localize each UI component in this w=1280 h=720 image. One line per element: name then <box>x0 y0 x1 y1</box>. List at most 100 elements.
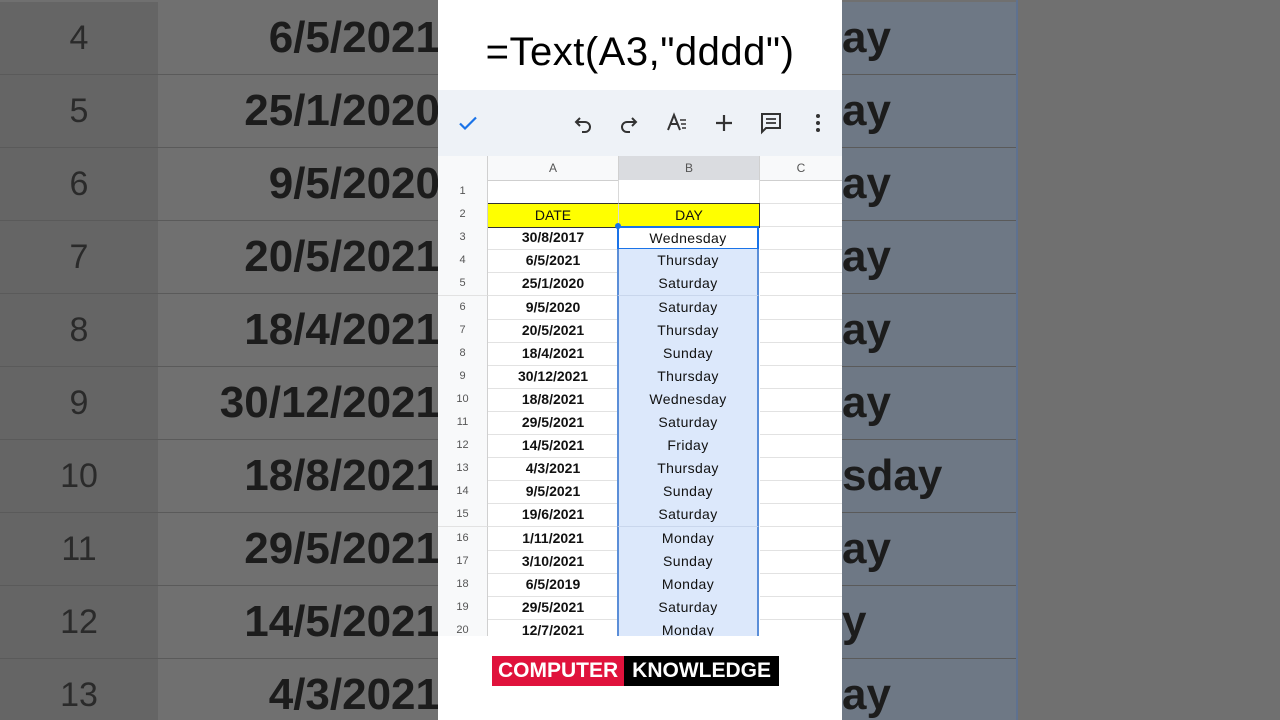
day-cell[interactable]: Monday <box>617 526 759 551</box>
date-cell[interactable]: 9/5/2021 <box>488 480 619 505</box>
row-header[interactable]: 19 <box>438 595 488 620</box>
day-cell[interactable]: Wednesday <box>617 226 759 251</box>
date-cell[interactable]: 18/4/2021 <box>488 341 619 366</box>
day-cell[interactable]: Monday <box>617 618 759 636</box>
empty-cell-c[interactable] <box>760 527 842 551</box>
row-header[interactable]: 14 <box>438 480 488 505</box>
day-cell[interactable]: Sunday <box>617 480 759 505</box>
row-header[interactable]: 20 <box>438 618 488 636</box>
date-cell[interactable]: 29/5/2021 <box>488 411 619 436</box>
date-cell[interactable]: 3/10/2021 <box>488 549 619 574</box>
row-header[interactable]: 5 <box>438 272 488 297</box>
column-header-c[interactable]: C <box>760 156 842 180</box>
empty-cell-c[interactable] <box>760 365 842 389</box>
row-header[interactable]: 16 <box>438 526 488 551</box>
date-cell[interactable]: 12/7/2021 <box>488 618 619 636</box>
date-cell[interactable]: 1/11/2021 <box>488 526 619 551</box>
day-cell[interactable]: Saturday <box>617 295 759 320</box>
header-cell-date[interactable]: DATE <box>488 203 619 229</box>
column-header-b[interactable]: B <box>619 156 760 180</box>
date-cell[interactable]: 30/12/2021 <box>488 364 619 389</box>
undo-icon[interactable] <box>568 108 598 138</box>
header-cell-day[interactable]: DAY <box>619 203 760 229</box>
brand-knowledge: KNOWLEDGE <box>624 656 779 686</box>
row-header[interactable]: 7 <box>438 318 488 343</box>
day-cell[interactable]: Wednesday <box>617 387 759 412</box>
date-cell[interactable]: 9/5/2020 <box>488 295 619 320</box>
row-header[interactable]: 13 <box>438 457 488 482</box>
row-header[interactable]: 1 <box>438 180 488 205</box>
empty-cell-c[interactable] <box>760 319 842 343</box>
redo-icon[interactable] <box>614 108 644 138</box>
empty-cell-c[interactable] <box>760 480 842 505</box>
empty-cell-c[interactable] <box>760 596 842 620</box>
empty-cell-c[interactable] <box>760 550 842 574</box>
day-cell[interactable]: Monday <box>617 572 759 597</box>
day-cell[interactable]: Thursday <box>617 364 759 389</box>
corner-cell[interactable] <box>438 156 488 180</box>
empty-cell-c[interactable] <box>760 388 842 412</box>
check-icon[interactable] <box>453 108 483 138</box>
sheet-toolbar <box>438 90 842 156</box>
date-cell[interactable]: 30/8/2017 <box>488 226 619 251</box>
bg-date-value: 18/4/2021 <box>158 294 440 367</box>
empty-cell-c[interactable] <box>760 296 842 320</box>
date-cell[interactable]: 14/5/2021 <box>488 434 619 459</box>
date-cell[interactable]: 18/8/2021 <box>488 387 619 412</box>
empty-cell-c[interactable] <box>760 411 842 436</box>
day-cell[interactable]: Saturday <box>617 595 759 620</box>
day-cell[interactable]: Saturday <box>617 411 759 436</box>
date-cell[interactable]: 19/6/2021 <box>488 503 619 528</box>
row-header[interactable]: 3 <box>438 226 488 251</box>
empty-cell-c[interactable] <box>760 434 842 459</box>
empty-cell-c[interactable] <box>760 272 842 297</box>
row-header[interactable]: 6 <box>438 295 488 320</box>
row-header[interactable]: 18 <box>438 572 488 597</box>
phone-panel: =Text(A3,"dddd") A B C 1 2 DATE DAY 3 30… <box>438 0 842 720</box>
text-format-icon[interactable] <box>662 108 692 138</box>
day-cell[interactable]: Thursday <box>617 249 759 274</box>
date-cell[interactable]: 6/5/2019 <box>488 572 619 597</box>
date-cell[interactable]: 4/3/2021 <box>488 457 619 482</box>
bg-day-value: ay <box>842 294 1018 367</box>
bg-date-value: 30/12/2021 <box>158 367 440 440</box>
empty-cell-c[interactable] <box>760 249 842 274</box>
day-cell[interactable]: Thursday <box>617 457 759 482</box>
row-header[interactable]: 17 <box>438 549 488 574</box>
empty-cell-c[interactable] <box>760 457 842 482</box>
day-cell[interactable]: Saturday <box>617 503 759 528</box>
row-header[interactable]: 15 <box>438 503 488 528</box>
date-cell[interactable]: 25/1/2020 <box>488 272 619 297</box>
bg-date-value: 29/5/2021 <box>158 513 440 586</box>
empty-cell-c[interactable] <box>760 180 842 205</box>
comment-icon[interactable] <box>756 108 786 138</box>
date-cell[interactable]: 20/5/2021 <box>488 318 619 343</box>
day-cell[interactable] <box>619 180 760 205</box>
row-header[interactable]: 11 <box>438 411 488 436</box>
row-header[interactable]: 8 <box>438 341 488 366</box>
row-header[interactable]: 2 <box>438 203 488 228</box>
row-header[interactable]: 9 <box>438 364 488 389</box>
day-cell[interactable]: Sunday <box>617 341 759 366</box>
date-cell[interactable] <box>488 180 619 205</box>
empty-cell-c[interactable] <box>760 226 842 251</box>
column-header-a[interactable]: A <box>488 156 619 180</box>
empty-cell-c[interactable] <box>760 573 842 597</box>
day-cell[interactable]: Thursday <box>617 318 759 343</box>
day-cell[interactable]: Sunday <box>617 549 759 574</box>
row-header[interactable]: 10 <box>438 387 488 412</box>
row-header[interactable]: 12 <box>438 434 488 459</box>
add-icon[interactable] <box>709 108 739 138</box>
empty-cell-c[interactable] <box>760 203 842 228</box>
more-vert-icon[interactable] <box>803 108 833 138</box>
empty-cell-c[interactable] <box>760 619 842 636</box>
date-cell[interactable]: 6/5/2021 <box>488 249 619 274</box>
empty-cell-c[interactable] <box>760 503 842 528</box>
day-cell[interactable]: Saturday <box>617 272 759 297</box>
formula-title: =Text(A3,"dddd") <box>485 30 795 74</box>
empty-cell-c[interactable] <box>760 342 842 366</box>
bg-day-value: ay <box>842 513 1018 586</box>
row-header[interactable]: 4 <box>438 249 488 274</box>
day-cell[interactable]: Friday <box>617 434 759 459</box>
date-cell[interactable]: 29/5/2021 <box>488 595 619 620</box>
